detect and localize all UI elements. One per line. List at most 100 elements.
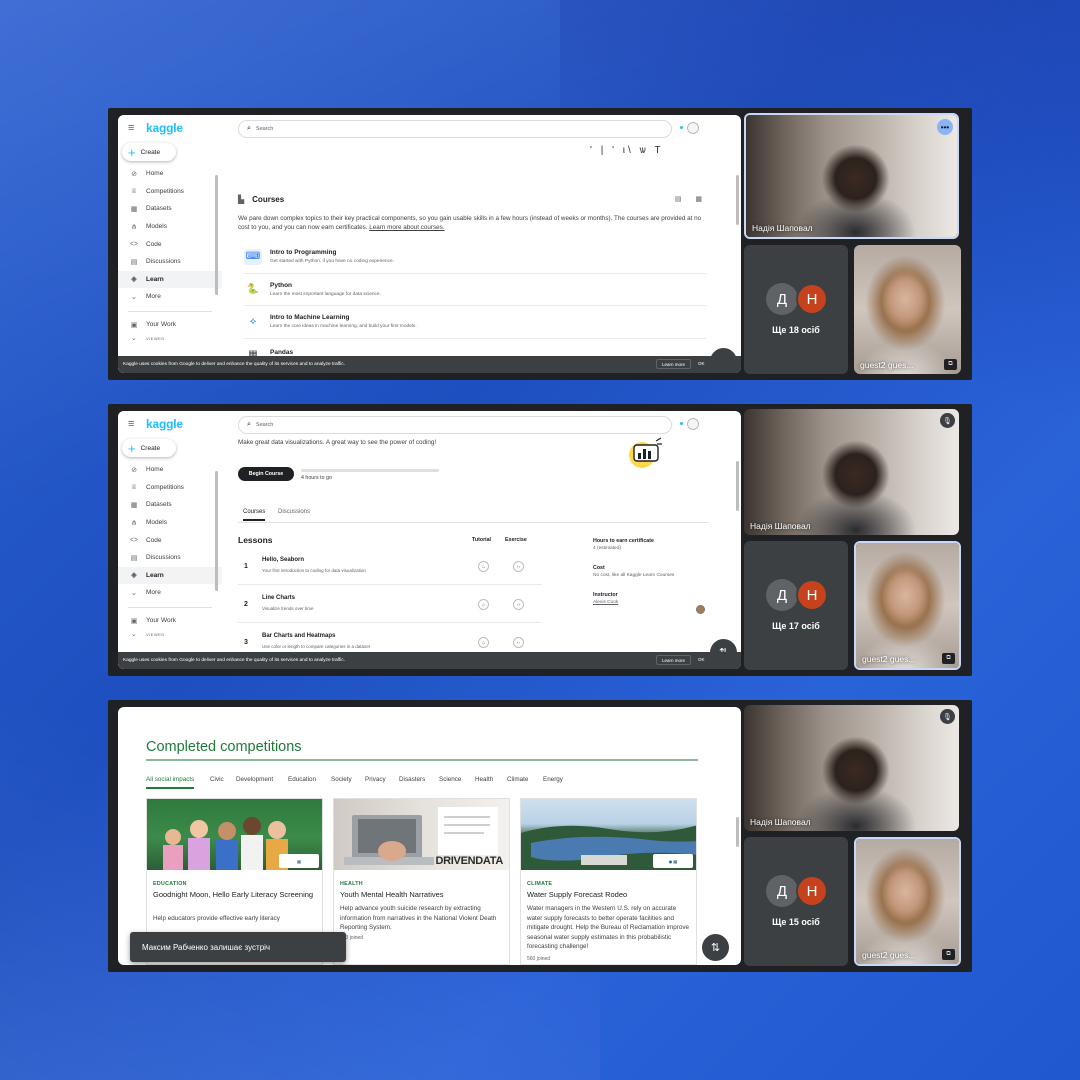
learn-more-link[interactable]: Learn more about courses.: [369, 224, 444, 231]
table-icon: ▦: [130, 205, 138, 213]
list-item[interactable]: 🐍 Python Learn the most important languag…: [244, 274, 706, 306]
participant-tile-guest[interactable]: guest2 gues... ⧉: [854, 837, 961, 966]
tab-civic[interactable]: Civic: [210, 776, 224, 783]
table-row[interactable]: 1 Hello, Seaborn Your first introduction…: [238, 547, 542, 585]
view-toggle-icons[interactable]: ▤ ▦: [675, 195, 708, 203]
avatar[interactable]: [696, 605, 705, 614]
competition-name[interactable]: Youth Mental Health Narratives: [340, 890, 505, 900]
participant-name: guest2 gues...: [862, 950, 916, 960]
others-tile[interactable]: Д Н Ще 18 осіб: [744, 245, 848, 374]
search-input[interactable]: ⌕ Search: [238, 416, 672, 434]
tab-climate[interactable]: Climate: [507, 776, 528, 783]
sidebar-item-home[interactable]: ⊘ Home: [118, 165, 222, 183]
sidebar-item-models[interactable]: ⋔ Models: [118, 218, 222, 236]
cookie-learn-more-button[interactable]: Learn more: [656, 655, 692, 665]
sidebar-item-code[interactable]: <> Code: [118, 531, 222, 549]
participant-left-toast: Максим Рабченко залишає зустріч: [130, 932, 346, 962]
participant-tile-host[interactable]: 🎙 Надія Шаповал: [744, 409, 959, 535]
participant-tile-guest[interactable]: guest2 gues... ⧉: [854, 541, 961, 670]
pin-icon[interactable]: ⧉: [942, 653, 955, 664]
code-icon[interactable]: ‹›: [513, 599, 524, 610]
menu-icon[interactable]: ≡: [128, 418, 142, 430]
list-item[interactable]: ⌨ Intro to Programming Get started with P…: [244, 241, 706, 274]
courses-section: ' | ' ι\ ѡ T ▙ Courses ▤ ▦ We pare down …: [238, 145, 708, 371]
code-icon[interactable]: ‹›: [513, 561, 524, 572]
sidebar-item-competitions[interactable]: ♕ Competitions: [118, 183, 222, 201]
learn-icon: ◈: [131, 572, 137, 580]
sidebar-item-competitions[interactable]: ♕ Competitions: [118, 479, 222, 497]
sidebar-item-home[interactable]: ⊘ Home: [118, 461, 222, 479]
pin-icon[interactable]: ⧉: [944, 359, 957, 370]
avatar[interactable]: [687, 122, 699, 134]
sidebar-item-datasets[interactable]: ▦ Datasets: [118, 496, 222, 514]
participant-tile-host[interactable]: ••• Надія Шаповал: [744, 113, 959, 239]
tab-development[interactable]: Development: [236, 776, 273, 783]
cookie-learn-more-button[interactable]: Learn more: [656, 359, 692, 369]
tab-education[interactable]: Education: [288, 776, 316, 783]
sidebar-item-more[interactable]: ⌄ More: [118, 288, 222, 306]
tab-courses[interactable]: Courses: [243, 509, 266, 521]
participant-tile-host[interactable]: 🎙 Надія Шаповал: [744, 705, 959, 831]
scroll-fab-button[interactable]: ⇅: [702, 934, 729, 961]
competition-card[interactable]: ◉ ▤ CLIMATE Water Supply Forecast Rodeo …: [520, 798, 697, 965]
tutorial-icon[interactable]: ⌂: [478, 561, 489, 572]
competition-name[interactable]: Goodnight Moon, Hello Early Literacy Scr…: [153, 890, 318, 900]
competition-name[interactable]: Water Supply Forecast Rodeo: [527, 890, 692, 900]
tab-energy[interactable]: Energy: [543, 776, 563, 783]
search-icon: ⌕: [247, 421, 251, 428]
cookie-ok-button[interactable]: OK: [698, 657, 705, 662]
others-tile[interactable]: Д Н Ще 17 осіб: [744, 541, 848, 670]
laptop-photo: DRIVENDATA: [334, 799, 509, 870]
cookie-banner: Kaggle uses cookies from Google to deliv…: [118, 356, 741, 373]
create-button[interactable]: + Create: [122, 439, 176, 457]
sidebar-item-more[interactable]: ⌄ More: [118, 584, 222, 602]
tab-society[interactable]: Society: [331, 776, 352, 783]
sidebar-item-learn[interactable]: ◈ Learn: [118, 270, 222, 289]
tab-science[interactable]: Science: [439, 776, 461, 783]
tab-disasters[interactable]: Disasters: [399, 776, 425, 783]
viewed-section[interactable]: ⌄ VIEWED: [118, 333, 222, 343]
more-options-icon[interactable]: •••: [937, 119, 953, 135]
models-icon: ⋔: [131, 223, 137, 231]
tab-privacy[interactable]: Privacy: [365, 776, 386, 783]
code-icon[interactable]: ‹›: [513, 637, 524, 648]
sidebar-scrollbar[interactable]: [215, 471, 218, 591]
sidebar-item-code[interactable]: <> Code: [118, 235, 222, 253]
kaggle-main: ⌕ Search ' | ' ι\ ѡ T ▙ Courses ▤ ▦ We pa…: [228, 115, 741, 373]
page-scrollbar[interactable]: [736, 175, 739, 225]
discussions-icon: ▤: [130, 258, 138, 266]
sidebar-item-discussions[interactable]: ▤ Discussions: [118, 253, 222, 271]
competition-card[interactable]: DRIVENDATA HEALTH Youth Mental Health Na…: [333, 798, 510, 965]
list-item[interactable]: ⟡ Intro to Machine Learning Learn the cor…: [244, 306, 706, 339]
page-scrollbar[interactable]: [736, 461, 739, 511]
menu-icon[interactable]: ≡: [128, 122, 142, 134]
title-underline: [146, 759, 698, 761]
kaggle-logo[interactable]: kaggle: [146, 121, 183, 135]
sidebar-item-datasets[interactable]: ▦ Datasets: [118, 200, 222, 218]
tab-all-social-impacts[interactable]: All social impacts: [146, 776, 195, 789]
tutorial-icon[interactable]: ⌂: [478, 599, 489, 610]
sidebar-item-your-work[interactable]: ▣ Your Work: [118, 316, 222, 334]
avatar[interactable]: [687, 418, 699, 430]
sidebar-item-discussions[interactable]: ▤ Discussions: [118, 549, 222, 567]
participant-tile-guest[interactable]: guest2 gues... ⧉: [854, 245, 961, 374]
cookie-ok-button[interactable]: OK: [698, 361, 705, 366]
python-icon: 🐍: [246, 283, 260, 295]
sidebar-item-models[interactable]: ⋔ Models: [118, 514, 222, 532]
search-input[interactable]: ⌕ Search: [238, 120, 672, 138]
page-scrollbar[interactable]: [736, 817, 739, 847]
create-button[interactable]: + Create: [122, 143, 176, 161]
begin-course-button[interactable]: Begin Course: [238, 467, 294, 481]
sidebar-scrollbar[interactable]: [215, 175, 218, 295]
others-tile[interactable]: Д Н Ще 15 осіб: [744, 837, 848, 966]
viewed-section[interactable]: ⌄ VIEWED: [118, 629, 222, 639]
tab-discussions[interactable]: Discussions: [278, 509, 310, 515]
sidebar-item-your-work[interactable]: ▣ Your Work: [118, 612, 222, 630]
table-row[interactable]: 2 Line Charts Visualize trends over time…: [238, 585, 542, 623]
sidebar-item-learn[interactable]: ◈ Learn: [118, 566, 222, 585]
tab-health[interactable]: Health: [475, 776, 493, 783]
tutorial-icon[interactable]: ⌂: [478, 637, 489, 648]
kaggle-logo[interactable]: kaggle: [146, 417, 183, 431]
pin-icon[interactable]: ⧉: [942, 949, 955, 960]
tutorial-column-header: Tutorial: [472, 537, 492, 543]
